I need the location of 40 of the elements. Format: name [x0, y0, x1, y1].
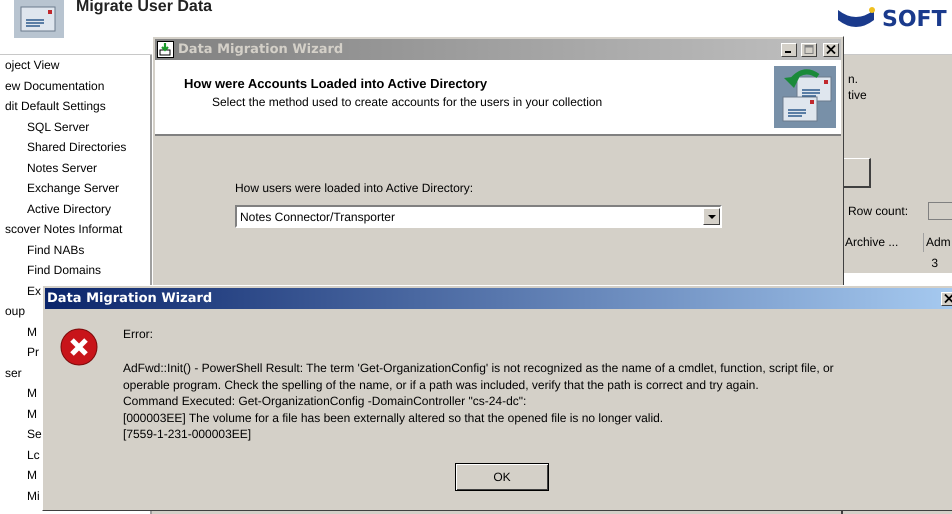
- table-cell-text: 3: [930, 255, 938, 272]
- logo-text: SOFT: [882, 6, 947, 32]
- wizard-heading: How were Accounts Loaded into Active Directory: [184, 76, 488, 91]
- panel-text: tive: [848, 88, 867, 102]
- error-icon: [58, 326, 100, 368]
- error-message: [7559-1-231-000003EE]: [123, 426, 252, 442]
- row-count-label: Row count:: [848, 204, 908, 218]
- sidebar-item[interactable]: Find NABs: [0, 240, 150, 260]
- envelopes-icon: [774, 66, 836, 128]
- sidebar-item[interactable]: Exchange Server: [0, 178, 150, 198]
- sidebar-item[interactable]: Active Directory: [0, 198, 150, 219]
- window-title: Data Migration Wizard: [178, 42, 344, 57]
- wizard-icon: [157, 41, 174, 58]
- error-message: [000003EE] The volume for a file has been externally altered so that the opened file is no longer valid.: [123, 410, 664, 426]
- maximize-icon: [804, 45, 814, 54]
- field-label: How users were loaded into Active Directory:: [235, 181, 474, 195]
- column-header[interactable]: Adm: [924, 233, 952, 252]
- sidebar-item[interactable]: scover Notes Informat: [0, 219, 150, 240]
- row-count-field[interactable]: [928, 202, 952, 220]
- sidebar-item[interactable]: oject View: [0, 55, 150, 76]
- close-icon: [944, 294, 952, 303]
- error-message: AdFwd::Init() - PowerShell Result: The term 'Get-OrganizationConfig' is not recognized as the name of a cmdlet, function, script file, or: [123, 360, 834, 376]
- error-message: operable program. Check the spelling of the name, or if a path was included, verify that the path is correct and try again.: [123, 376, 760, 393]
- window-title: Data Migration Wizard: [47, 291, 214, 306]
- panel-button[interactable]: [843, 158, 871, 188]
- sidebar-item[interactable]: Find Domains: [0, 260, 150, 280]
- dropdown[interactable]: Notes Connector/Transporter: [235, 205, 722, 228]
- dropdown-arrow-icon: [708, 214, 716, 218]
- error-message: Command Executed: Get-OrganizationConfig -DomainController "cs-24-dc":: [123, 393, 528, 410]
- sidebar-item[interactable]: Notes Server: [0, 158, 150, 178]
- sidebar-item[interactable]: ew Documentation: [0, 76, 150, 96]
- sidebar-item[interactable]: Shared Directories: [0, 137, 150, 158]
- sidebar-item[interactable]: SQL Server: [0, 116, 150, 137]
- panel-text: n.: [848, 72, 858, 86]
- sidebar-item[interactable]: dit Default Settings: [0, 96, 150, 116]
- close-icon: [826, 45, 836, 54]
- wizard-subtitle: Select the method used to create accounts for the users in your collection: [212, 95, 602, 109]
- ok-button[interactable]: OK: [455, 463, 549, 491]
- error-heading: Error:: [123, 327, 153, 341]
- envelope-icon: [14, 0, 64, 38]
